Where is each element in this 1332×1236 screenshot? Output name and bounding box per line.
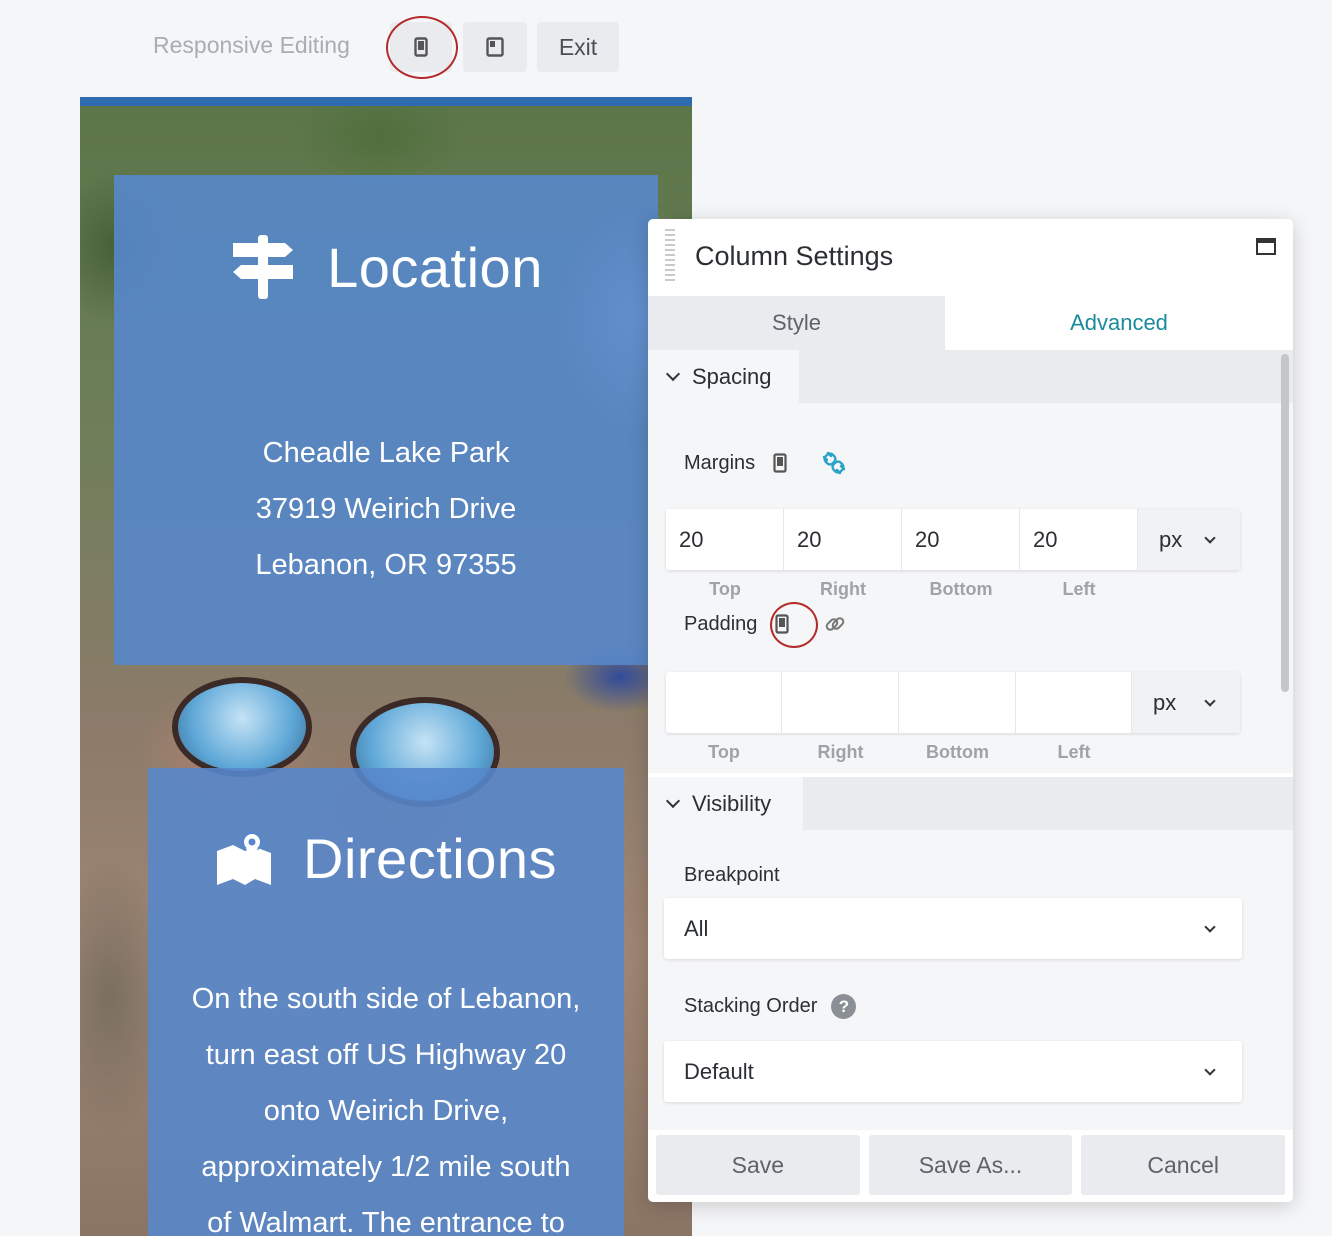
panel-header: Column Settings [648, 219, 1293, 296]
maximize-icon[interactable] [1256, 238, 1276, 255]
margin-top-input[interactable]: 20 [666, 509, 784, 570]
margins-inputs: 20 20 20 20 px [666, 509, 1240, 570]
help-icon[interactable]: ? [831, 994, 857, 1019]
margin-right-input[interactable]: 20 [784, 509, 902, 570]
margins-label: Margins [684, 450, 847, 476]
breakpoint-select[interactable]: All [664, 898, 1242, 959]
mobile-view-button[interactable] [390, 22, 452, 72]
chevron-down-icon [665, 793, 681, 808]
drag-handle[interactable] [665, 229, 675, 281]
visibility-section-header[interactable]: Visibility [648, 777, 1293, 830]
panel-tabs: Style Advanced [648, 296, 1293, 350]
caption-top: Top [708, 742, 740, 762]
visibility-section: Breakpoint All Stacking Order? Default [648, 830, 1293, 1130]
caption-bottom: Bottom [926, 742, 989, 762]
directions-line: of Walmart. The entrance to [207, 1207, 565, 1236]
chevron-down-icon [1204, 1063, 1216, 1076]
padding-label-text: Padding [684, 612, 758, 635]
margin-left-input[interactable]: 20 [1020, 509, 1138, 570]
signpost-icon [233, 235, 294, 299]
link-icon[interactable] [821, 450, 847, 476]
stacking-order-select[interactable]: Default [664, 1041, 1242, 1102]
tablet-icon [486, 37, 504, 57]
breakpoint-label: Breakpoint [684, 864, 780, 886]
responsive-toolbar: Responsive Editing Exit [0, 0, 1332, 96]
address-line: Cheadle Lake Park [262, 437, 510, 469]
padding-right-input[interactable] [782, 672, 899, 733]
margins-unit-value: px [1159, 526, 1183, 552]
save-as-button[interactable]: Save As... [868, 1135, 1073, 1195]
spacing-heading: Spacing [692, 363, 772, 389]
stacking-order-label-text: Stacking Order [684, 994, 818, 1017]
column-settings-panel: Column Settings Style Advanced Spacing M… [648, 219, 1293, 1202]
save-button[interactable]: Save [656, 1135, 860, 1195]
mobile-icon[interactable] [775, 614, 790, 634]
stacking-order-label: Stacking Order? [684, 994, 857, 1019]
directions-line: turn east off US Highway 20 [205, 1039, 567, 1071]
caption-right: Right [820, 579, 866, 599]
stacking-order-value: Default [684, 1058, 754, 1084]
address-line: Lebanon, OR 97355 [255, 549, 517, 581]
padding-label: Padding [684, 612, 847, 636]
padding-captions: Top Right Bottom Left [666, 742, 1140, 763]
mobile-icon[interactable] [773, 453, 787, 473]
address-line: 37919 Weirich Drive [255, 493, 517, 525]
directions-line: On the south side of Lebanon, [191, 983, 581, 1015]
caption-top: Top [709, 579, 741, 599]
directions-text: On the south side of Lebanon, turn east … [148, 971, 624, 1236]
padding-unit-select[interactable]: px [1132, 672, 1240, 733]
breakpoint-value: All [684, 915, 709, 941]
margin-bottom-input[interactable]: 20 [902, 509, 1020, 570]
margins-captions: Top Right Bottom Left [666, 579, 1140, 600]
mobile-icon [414, 37, 428, 57]
location-address: Cheadle Lake Park 37919 Weirich Drive Le… [114, 425, 658, 593]
caption-right: Right [817, 742, 864, 762]
padding-top-input[interactable] [666, 672, 782, 733]
chevron-down-icon [665, 366, 681, 381]
visibility-heading: Visibility [692, 790, 772, 816]
link-icon[interactable] [823, 612, 847, 636]
padding-inputs: px [666, 672, 1240, 733]
spacing-section-header[interactable]: Spacing [648, 350, 1293, 403]
padding-left-input[interactable] [1016, 672, 1132, 733]
margins-label-text: Margins [684, 451, 756, 474]
cancel-button[interactable]: Cancel [1081, 1135, 1286, 1195]
responsive-editing-label: Responsive Editing [153, 32, 350, 58]
directions-line: approximately 1/2 mile south [201, 1151, 571, 1183]
preview-top-border [80, 97, 692, 106]
panel-footer: Save Save As... Cancel [656, 1135, 1286, 1195]
location-card[interactable]: Location Cheadle Lake Park 37919 Weirich… [114, 175, 658, 665]
photo-detail [172, 677, 312, 777]
tablet-view-button[interactable] [463, 22, 527, 72]
location-title: Location [327, 235, 543, 299]
chevron-down-icon [1204, 920, 1216, 933]
tab-advanced[interactable]: Advanced [945, 296, 1293, 350]
panel-title: Column Settings [695, 241, 894, 271]
caption-left: Left [1057, 742, 1091, 762]
tab-style[interactable]: Style [648, 296, 945, 350]
chevron-down-icon [1204, 694, 1216, 707]
spacing-section: Margins 20 20 20 20 px Top Right Bottom … [648, 403, 1293, 773]
padding-bottom-input[interactable] [899, 672, 1016, 733]
map-pin-icon [217, 831, 272, 885]
caption-left: Left [1062, 579, 1096, 599]
panel-body: Spacing Margins 20 20 20 20 px Top Right… [648, 350, 1293, 1130]
caption-bottom: Bottom [929, 579, 993, 599]
padding-unit-value: px [1153, 689, 1177, 715]
directions-title: Directions [303, 827, 557, 890]
exit-button[interactable]: Exit [537, 22, 619, 72]
chevron-down-icon [1204, 531, 1216, 544]
mobile-preview: Location Cheadle Lake Park 37919 Weirich… [80, 97, 692, 1236]
panel-scrollbar[interactable] [1281, 354, 1289, 692]
directions-card[interactable]: Directions On the south side of Lebanon,… [148, 768, 624, 1236]
margins-unit-select[interactable]: px [1138, 509, 1240, 570]
directions-line: onto Weirich Drive, [263, 1095, 509, 1127]
